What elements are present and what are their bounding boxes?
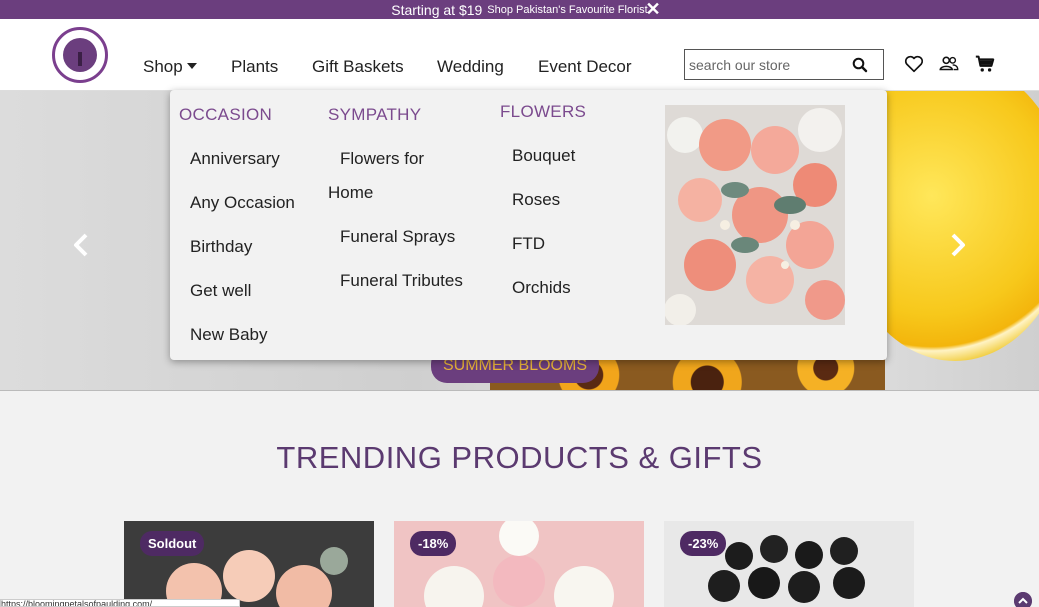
menu-item-flowers-for-home-line2[interactable]: Home [328, 183, 373, 203]
arrow-up-icon[interactable] [1014, 592, 1032, 607]
status-badge: Soldout [140, 531, 205, 556]
status-badge: -23% [680, 531, 727, 556]
search-box [684, 49, 884, 80]
bouquet-image[interactable] [665, 105, 845, 325]
menu-item-new-baby[interactable]: New Baby [190, 325, 267, 345]
cart-icon[interactable] [974, 53, 996, 75]
nav-shop[interactable]: Shop [143, 57, 197, 77]
flowers-heading: FLOWERS [500, 102, 587, 121]
sympathy-heading: SYMPATHY [328, 105, 422, 124]
caret-down-icon [186, 63, 197, 69]
menu-item-birthday[interactable]: Birthday [190, 237, 252, 257]
occasion-heading: OCCASION [179, 105, 273, 124]
menu-item-bouquet[interactable]: Bouquet [512, 146, 575, 166]
menu-item-flowers-for-home-line1[interactable]: Flowers for [340, 149, 424, 169]
product-card[interactable]: Soldout [124, 521, 374, 607]
menu-item-funeral-tributes[interactable]: Funeral Tributes [340, 271, 463, 291]
product-card[interactable]: -23% [664, 521, 914, 607]
menu-item-orchids[interactable]: Orchids [512, 278, 571, 298]
account-icon[interactable] [938, 53, 960, 75]
menu-item-roses[interactable]: Roses [512, 190, 560, 210]
status-badge: -18% [410, 531, 457, 556]
status-url: https://bloomingpetalsofpaulding.com/... [0, 599, 240, 607]
menu-item-get-well[interactable]: Get well [190, 281, 251, 301]
promo-lead: Starting at $19 [391, 1, 483, 18]
product-card[interactable]: -18% [394, 521, 644, 607]
site-logo[interactable] [52, 27, 108, 83]
heart-icon[interactable] [903, 53, 925, 75]
menu-item-ftd[interactable]: FTD [512, 234, 545, 254]
chevron-right-icon[interactable] [945, 233, 969, 257]
menu-item-anniversary[interactable]: Anniversary [190, 149, 280, 169]
nav-plants[interactable]: Plants [231, 57, 278, 77]
promo-bar: Starting at $19 Shop Pakistan's Favourit… [0, 0, 1039, 19]
chevron-left-icon[interactable] [70, 233, 94, 257]
shop-mega-menu: OCCASION Anniversary Any Occasion Birthd… [170, 90, 887, 360]
trending-title: TRENDING PRODUCTS & GIFTS [276, 440, 763, 475]
nav-wedding[interactable]: Wedding [437, 57, 504, 77]
logo-tree-icon [63, 38, 97, 72]
menu-item-any-occasion[interactable]: Any Occasion [190, 193, 295, 213]
close-icon[interactable]: ✕ [644, 0, 662, 18]
search-icon[interactable] [851, 56, 869, 74]
search-input[interactable] [685, 50, 850, 79]
nav-event-decor[interactable]: Event Decor [538, 57, 632, 77]
menu-item-funeral-sprays[interactable]: Funeral Sprays [340, 227, 455, 247]
promo-sub: Shop Pakistan's Favourite Florist [487, 3, 648, 16]
nav-gift-baskets[interactable]: Gift Baskets [312, 57, 404, 77]
nav-shop-label: Shop [143, 57, 183, 76]
site-header: Shop Plants Gift Baskets Wedding Event D… [0, 19, 1039, 91]
